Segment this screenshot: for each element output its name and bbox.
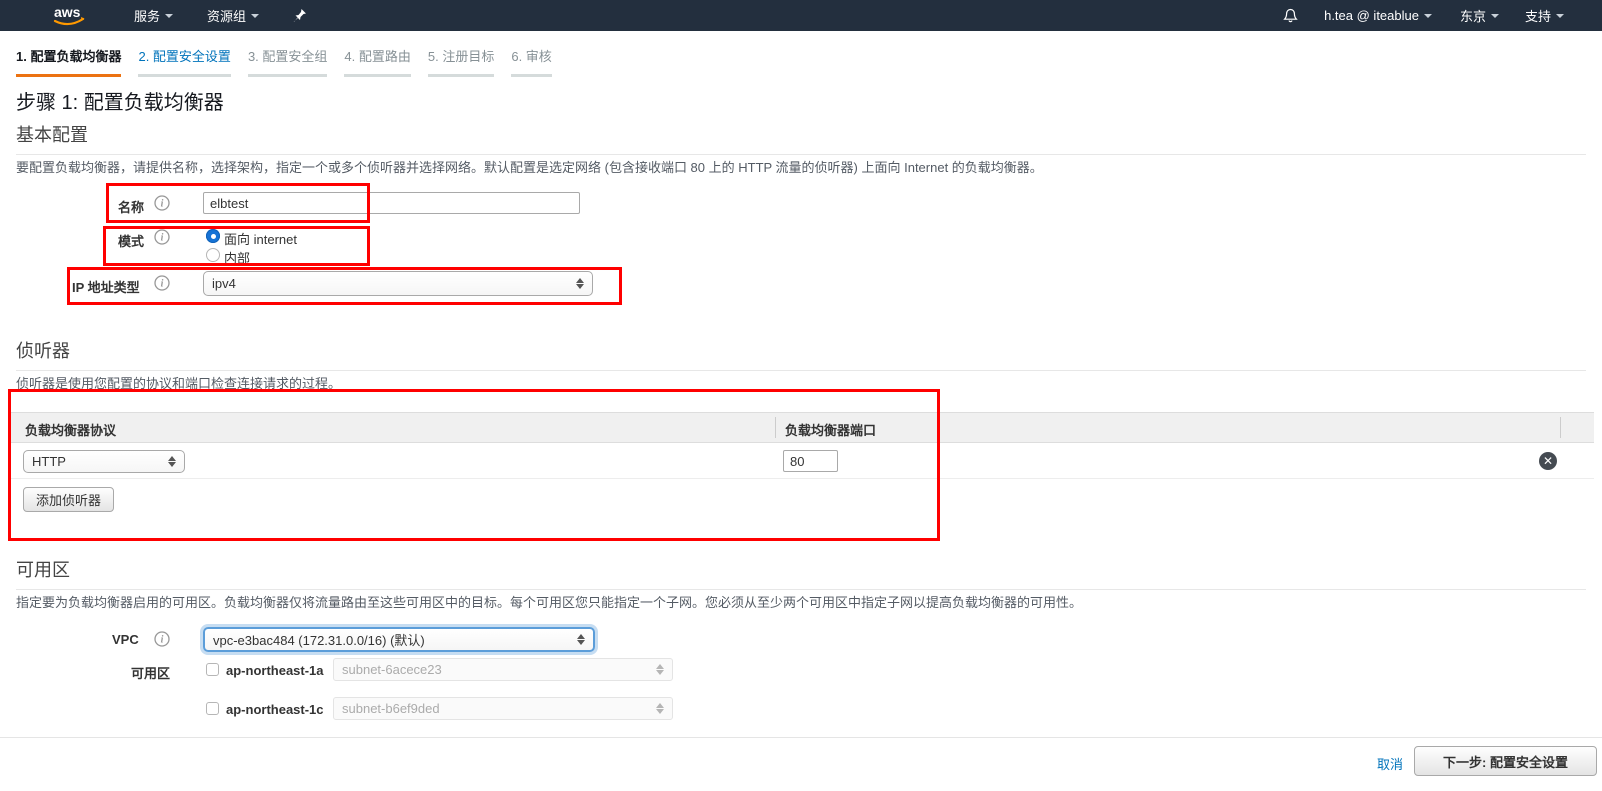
select-stepper-icon	[656, 664, 664, 675]
chevron-down-icon	[1424, 14, 1432, 18]
pin-icon	[293, 8, 307, 23]
availability-zones-description: 指定要为负载均衡器启用的可用区。负载均衡器仅将流量路由至这些可用区中的目标。每个…	[16, 592, 1082, 611]
nav-resource-groups-label: 资源组	[207, 6, 246, 25]
az-name-ap-northeast-1a: ap-northeast-1a	[226, 663, 324, 678]
footer-divider	[0, 737, 1602, 738]
subnet-value-ap-northeast-1a: subnet-6acece23	[342, 662, 442, 677]
account-name: h.tea @ iteablue	[1324, 8, 1419, 23]
name-info-icon[interactable]: i	[154, 195, 170, 211]
add-listener-button[interactable]: 添加侦听器	[23, 487, 114, 512]
configure-load-balancer-page: aws 服务 资源组	[0, 0, 1602, 791]
vpc-select[interactable]: vpc-e3bac484 (172.31.0.0/16) (默认)	[203, 627, 595, 652]
nav-resource-groups-menu[interactable]: 资源组	[207, 6, 259, 25]
listener-table-header: 负载均衡器协议 负载均衡器端口	[10, 412, 1594, 443]
availability-zones-heading: 可用区	[16, 556, 1586, 590]
notifications-button[interactable]	[1283, 8, 1298, 24]
chevron-down-icon	[1491, 14, 1499, 18]
select-stepper-icon	[168, 456, 176, 467]
top-navbar: aws 服务 资源组	[0, 0, 1602, 31]
subnet-select-ap-northeast-1a[interactable]: subnet-6acece23	[333, 658, 673, 681]
listeners-heading: 侦听器	[16, 337, 1586, 371]
column-separator	[775, 417, 776, 438]
az-name-ap-northeast-1c: ap-northeast-1c	[226, 702, 324, 717]
nav-support-menu[interactable]: 支持	[1525, 6, 1564, 25]
svg-text:aws: aws	[54, 4, 81, 20]
scheme-option-internal-label: 内部	[224, 248, 250, 267]
chevron-down-icon	[1556, 14, 1564, 18]
az-checkbox-ap-northeast-1a[interactable]	[206, 663, 219, 676]
cancel-link[interactable]: 取消	[1377, 754, 1403, 773]
tab-step-2-configure-security-settings[interactable]: 2. 配置安全设置	[138, 46, 230, 77]
scheme-option-internet-label: 面向 internet	[224, 229, 297, 248]
name-input[interactable]	[203, 192, 580, 214]
ip-type-label: IP 地址类型	[72, 277, 140, 296]
scheme-info-icon[interactable]: i	[154, 229, 170, 245]
subnet-select-ap-northeast-1c[interactable]: subnet-b6ef9ded	[333, 697, 673, 720]
nav-region-menu[interactable]: 东京	[1460, 6, 1499, 25]
pin-shortcut-button[interactable]	[293, 8, 307, 23]
basic-config-description: 要配置负载均衡器，请提供名称，选择架构，指定一个或多个侦听器并选择网络。默认配置…	[16, 157, 1043, 176]
listener-protocol-select[interactable]: HTTP	[23, 450, 185, 473]
listener-port-input[interactable]	[783, 450, 838, 472]
az-checkbox-ap-northeast-1c[interactable]	[206, 702, 219, 715]
select-stepper-icon	[576, 278, 584, 289]
name-label: 名称	[118, 197, 144, 216]
nav-account-menu[interactable]: h.tea @ iteablue	[1324, 8, 1432, 23]
delete-listener-icon[interactable]: ✕	[1539, 452, 1557, 470]
tab-step-5-register-targets[interactable]: 5. 注册目标	[428, 46, 494, 77]
svg-text:i: i	[161, 199, 164, 210]
aws-logo-icon: aws	[48, 3, 90, 29]
listener-protocol-value: HTTP	[32, 454, 66, 469]
tab-step-1-configure-load-balancer[interactable]: 1. 配置负载均衡器	[16, 46, 121, 77]
next-step-button[interactable]: 下一步: 配置安全设置	[1414, 746, 1597, 776]
basic-config-heading: 基本配置	[16, 121, 1586, 155]
vpc-info-icon[interactable]: i	[154, 631, 170, 647]
chevron-down-icon	[251, 14, 259, 18]
scheme-radio-internal[interactable]	[206, 248, 220, 262]
region-name: 东京	[1460, 6, 1486, 25]
svg-text:i: i	[161, 279, 164, 290]
page-title: 步骤 1: 配置负载均衡器	[16, 86, 224, 115]
ip-type-selected-value: ipv4	[212, 276, 236, 291]
vpc-label: VPC	[112, 632, 139, 647]
tab-step-4-configure-routing[interactable]: 4. 配置路由	[344, 46, 410, 77]
svg-text:i: i	[161, 635, 164, 646]
select-stepper-icon	[577, 634, 585, 645]
select-stepper-icon	[656, 703, 664, 714]
column-separator	[1560, 417, 1561, 438]
tab-step-3-configure-security-groups[interactable]: 3. 配置安全组	[248, 46, 327, 77]
port-column-header: 负载均衡器端口	[785, 420, 876, 439]
tab-step-6-review[interactable]: 6. 审核	[511, 46, 551, 77]
support-label: 支持	[1525, 6, 1551, 25]
nav-services-label: 服务	[134, 6, 160, 25]
ip-type-select[interactable]: ipv4	[203, 271, 593, 296]
bell-icon	[1283, 8, 1298, 24]
subnet-value-ap-northeast-1c: subnet-b6ef9ded	[342, 701, 440, 716]
chevron-down-icon	[165, 14, 173, 18]
vpc-selected-value: vpc-e3bac484 (172.31.0.0/16) (默认)	[213, 630, 425, 649]
scheme-radio-internet-facing[interactable]	[206, 229, 220, 243]
protocol-column-header: 负载均衡器协议	[25, 420, 116, 439]
scheme-label: 模式	[118, 231, 144, 250]
az-label: 可用区	[131, 663, 170, 682]
nav-services-menu[interactable]: 服务	[134, 6, 173, 25]
aws-logo[interactable]: aws	[48, 3, 90, 29]
svg-text:i: i	[161, 233, 164, 244]
ip-type-info-icon[interactable]: i	[154, 275, 170, 291]
wizard-step-tabs: 1. 配置负载均衡器 2. 配置安全设置 3. 配置安全组 4. 配置路由 5.…	[16, 46, 569, 77]
listeners-description: 侦听器是使用您配置的协议和端口检查连接请求的过程。	[16, 373, 341, 392]
